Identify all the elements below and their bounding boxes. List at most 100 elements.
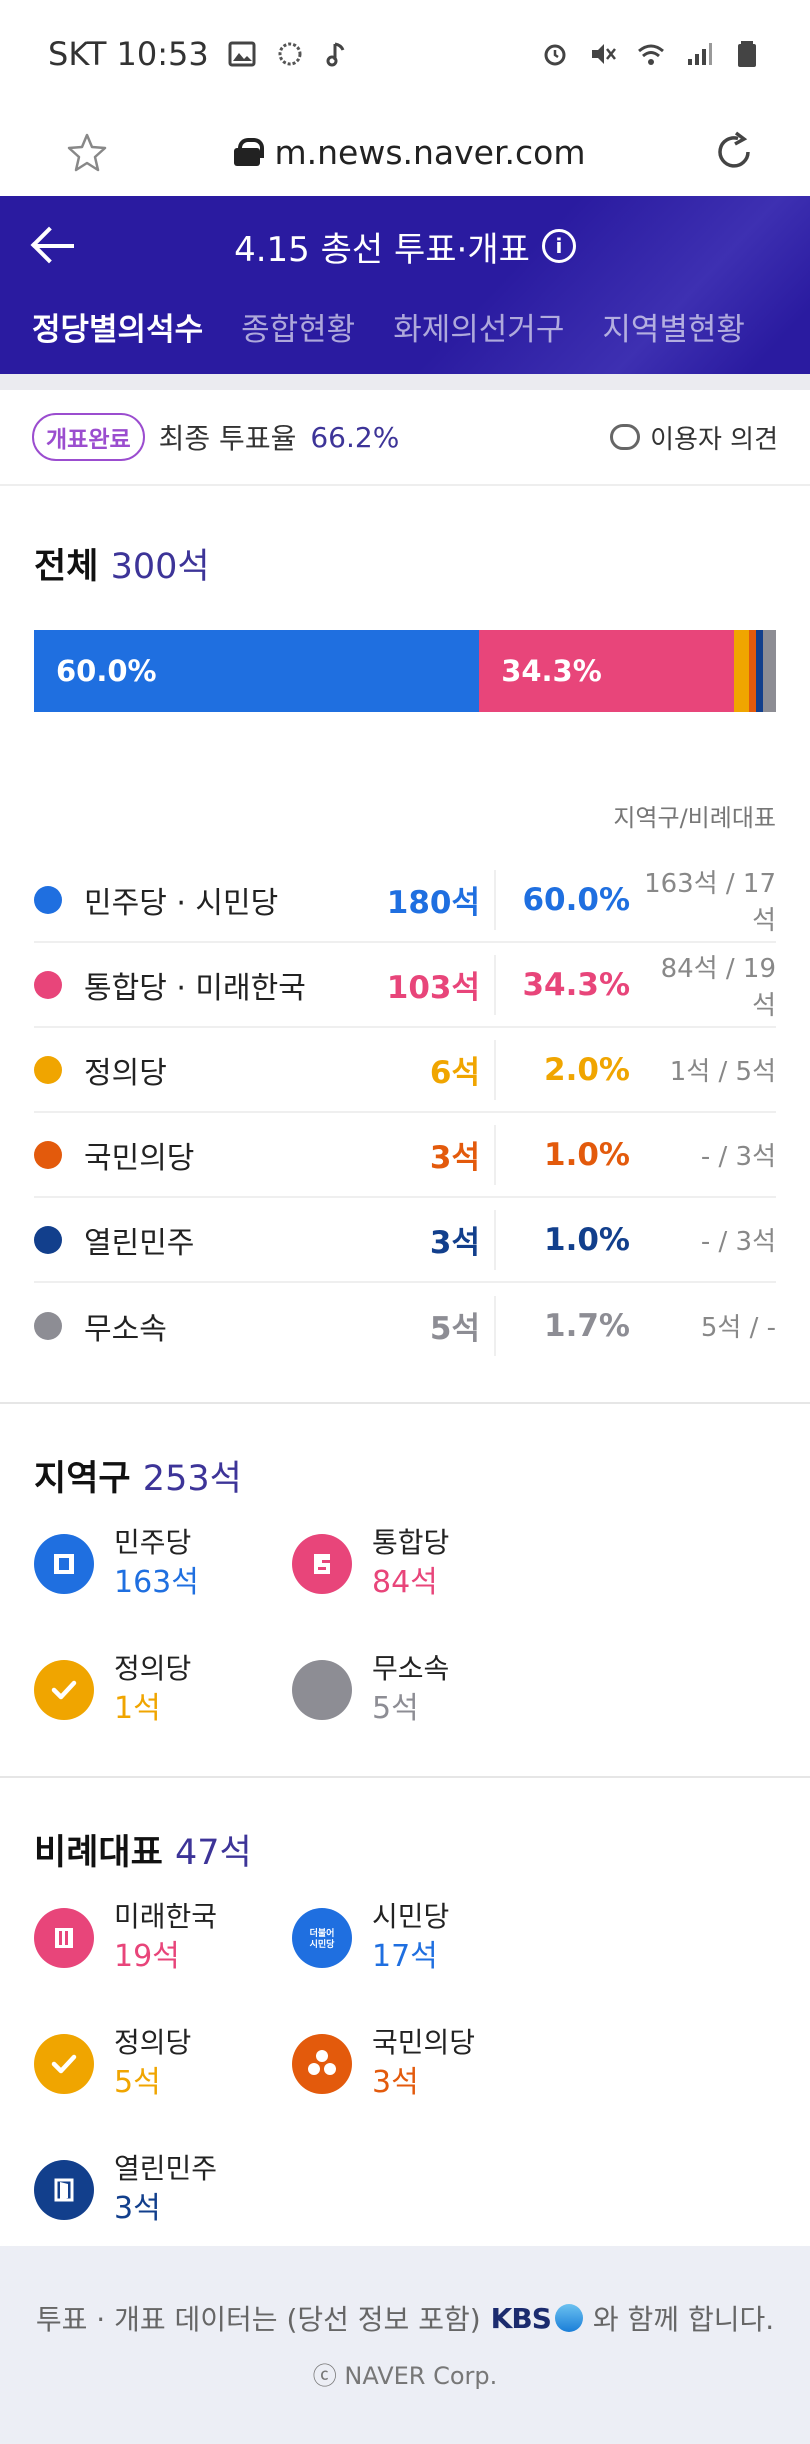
- proportional-section: 비례대표 47석 미래한국 19석 더불어 시민당 시민당 17석 정의당 5석 국민의당 3석 열…: [0, 1778, 810, 2276]
- district-proportional-header: 지역구/비례대표: [613, 804, 776, 832]
- party-percent: 1.7%: [494, 1295, 642, 1356]
- party-color-dot: [34, 1225, 62, 1254]
- party-seat-breakdown: 1석 / 5석: [669, 1057, 776, 1087]
- party-seats: 84석: [372, 1565, 438, 1600]
- minjoo-logo-icon: [34, 1534, 94, 1594]
- party-seats: 5석: [429, 1311, 480, 1347]
- party-seats: 163석: [114, 1565, 199, 1600]
- party-row: 국민의당 3석 1.0% - / 3석: [34, 1113, 776, 1198]
- total-title: 전체 300석: [34, 486, 776, 616]
- party-name: 정의당: [84, 1055, 167, 1091]
- party-seats: 19석: [114, 1939, 180, 1974]
- tab-hot-districts[interactable]: 화제의선거구: [393, 296, 564, 349]
- kookmin-logo-icon: [292, 2034, 352, 2094]
- party-seats: 5석: [114, 2065, 161, 2100]
- party-color-dot: [34, 1055, 62, 1084]
- status-bar: SKT 10:53: [0, 0, 810, 108]
- reload-icon[interactable]: [712, 130, 756, 174]
- svg-text:더불어: 더불어: [310, 1927, 335, 1939]
- party-color-dot: [34, 885, 62, 914]
- district-section: 지역구 253석 민주당 163석 통합당 84석정의당 1석 무소속 5석: [0, 1404, 810, 1776]
- bookmark-star-icon[interactable]: [66, 131, 108, 173]
- svg-text:시민당: 시민당: [310, 1938, 336, 1950]
- footer-text-before: 투표 · 개표 데이터는 (당선 정보 포함): [35, 2303, 481, 2336]
- party-name: 무소속: [84, 1311, 167, 1347]
- tab-overview[interactable]: 종합현황: [241, 296, 355, 349]
- status-left: SKT 10:53: [48, 35, 353, 73]
- independent-icon: [292, 1660, 352, 1720]
- tab-regional[interactable]: 지역별현황: [602, 296, 745, 349]
- party-name: 열린민주: [84, 1225, 195, 1261]
- party-percent: 1.0%: [494, 1209, 642, 1270]
- user-opinion-link[interactable]: 이용자 의견: [610, 419, 778, 456]
- party-row: 통합당 · 미래한국 103석 34.3% 84석 / 19석: [34, 943, 776, 1028]
- url-display[interactable]: m.news.naver.com: [234, 132, 586, 172]
- party-seat-item: 무소속 5석: [292, 1650, 550, 1776]
- footer: 투표 · 개표 데이터는 (당선 정보 포함) KBS 와 함께 합니다. ⓒ …: [0, 2246, 810, 2444]
- district-title-text: 지역구: [34, 1459, 131, 1499]
- party-seat-text: 열린민주 3석: [114, 2150, 217, 2230]
- seat-share-bar: 60.0% 34.3%: [34, 630, 776, 712]
- party-seats: 17석: [372, 1939, 438, 1974]
- page-title: 4.15 총선 투표·개표 i: [0, 222, 810, 271]
- proportional-party-grid: 미래한국 19석 더불어 시민당 시민당 17석 정의당 5석 국민의당 3석 열린민주 3석: [34, 1898, 776, 2276]
- party-seats: 103석: [386, 970, 480, 1006]
- bar-segment: [748, 630, 756, 712]
- yeollin-logo-icon: [34, 2160, 94, 2220]
- total-title-text: 전체: [34, 547, 99, 587]
- url-text: m.news.naver.com: [274, 132, 586, 172]
- party-seat-text: 민주당 163석: [114, 1524, 199, 1604]
- district-title: 지역구 253석: [34, 1404, 776, 1524]
- party-seat-breakdown: 84석 / 19석: [660, 953, 776, 1021]
- turnout-value: 66.2%: [310, 420, 400, 454]
- bar-segment: 60.0%: [34, 630, 480, 712]
- alarm-icon: [544, 44, 566, 66]
- party-seats: 5석: [372, 1691, 419, 1726]
- party-color-dot: [34, 1311, 62, 1340]
- tab-bar: 정당별의석수 종합현황 화제의선거구 지역별현황: [0, 296, 810, 374]
- battery-icon: [738, 41, 756, 67]
- party-seat-text: 시민당 17석: [372, 1898, 449, 1978]
- signal-icon: [688, 43, 712, 65]
- party-seats: 3석: [429, 1225, 480, 1261]
- info-icon[interactable]: i: [541, 229, 576, 263]
- party-seat-text: 무소속 5석: [372, 1650, 449, 1730]
- party-seats: 6석: [429, 1055, 480, 1091]
- district-party-grid: 민주당 163석 통합당 84석정의당 1석 무소속 5석: [34, 1524, 776, 1776]
- party-seats: 3석: [114, 2191, 161, 2226]
- bar-segment: [755, 630, 764, 712]
- gallery-icon: [228, 41, 256, 67]
- miraehanguk-logo-icon: [34, 1908, 94, 1968]
- party-name: 시민당: [372, 1900, 450, 1933]
- party-percent: 34.3%: [494, 954, 642, 1015]
- party-name: 국민의당: [372, 2026, 476, 2059]
- party-seat-text: 국민의당 3석: [372, 2024, 475, 2104]
- party-seats: 3석: [372, 2065, 419, 2100]
- party-seat-item: 정의당 1석: [34, 1650, 292, 1776]
- party-seats: 180석: [386, 885, 480, 921]
- party-name: 통합당: [372, 1526, 450, 1559]
- party-seat-item: 통합당 84석: [292, 1524, 550, 1650]
- party-name: 민주당: [114, 1526, 192, 1559]
- kbs-logo: KBS: [491, 2302, 583, 2335]
- proportional-title-text: 비례대표: [34, 1833, 163, 1873]
- party-name: 통합당 · 미래한국: [84, 970, 306, 1006]
- total-section: 전체 300석 60.0% 34.3% 지역구/비례대표 민주당 · 시민당 180…: [0, 486, 810, 1368]
- browser-url-bar: m.news.naver.com: [0, 108, 810, 196]
- bar-segment: 34.3%: [479, 630, 734, 712]
- tab-party-seats[interactable]: 정당별의석수: [32, 296, 203, 349]
- sync-icon: [278, 42, 302, 66]
- lock-icon: [234, 138, 265, 166]
- simin-logo-icon: 더불어 시민당: [292, 1908, 352, 1968]
- party-name: 민주당 · 시민당: [84, 885, 279, 921]
- user-opinion-label: 이용자 의견: [650, 424, 778, 455]
- turnout-label: 최종 투표율: [158, 422, 297, 455]
- check-icon: [34, 2034, 94, 2094]
- mute-icon: [592, 44, 616, 64]
- party-seat-breakdown: - / 3석: [700, 1227, 776, 1257]
- party-seat-breakdown: 5석 / -: [700, 1313, 776, 1343]
- district-seats: 253석: [142, 1459, 242, 1499]
- party-percent: 60.0%: [494, 869, 642, 930]
- kbs-text: KBS: [490, 2301, 552, 2335]
- party-row: 민주당 · 시민당 180석 60.0% 163석 / 17석: [34, 858, 776, 943]
